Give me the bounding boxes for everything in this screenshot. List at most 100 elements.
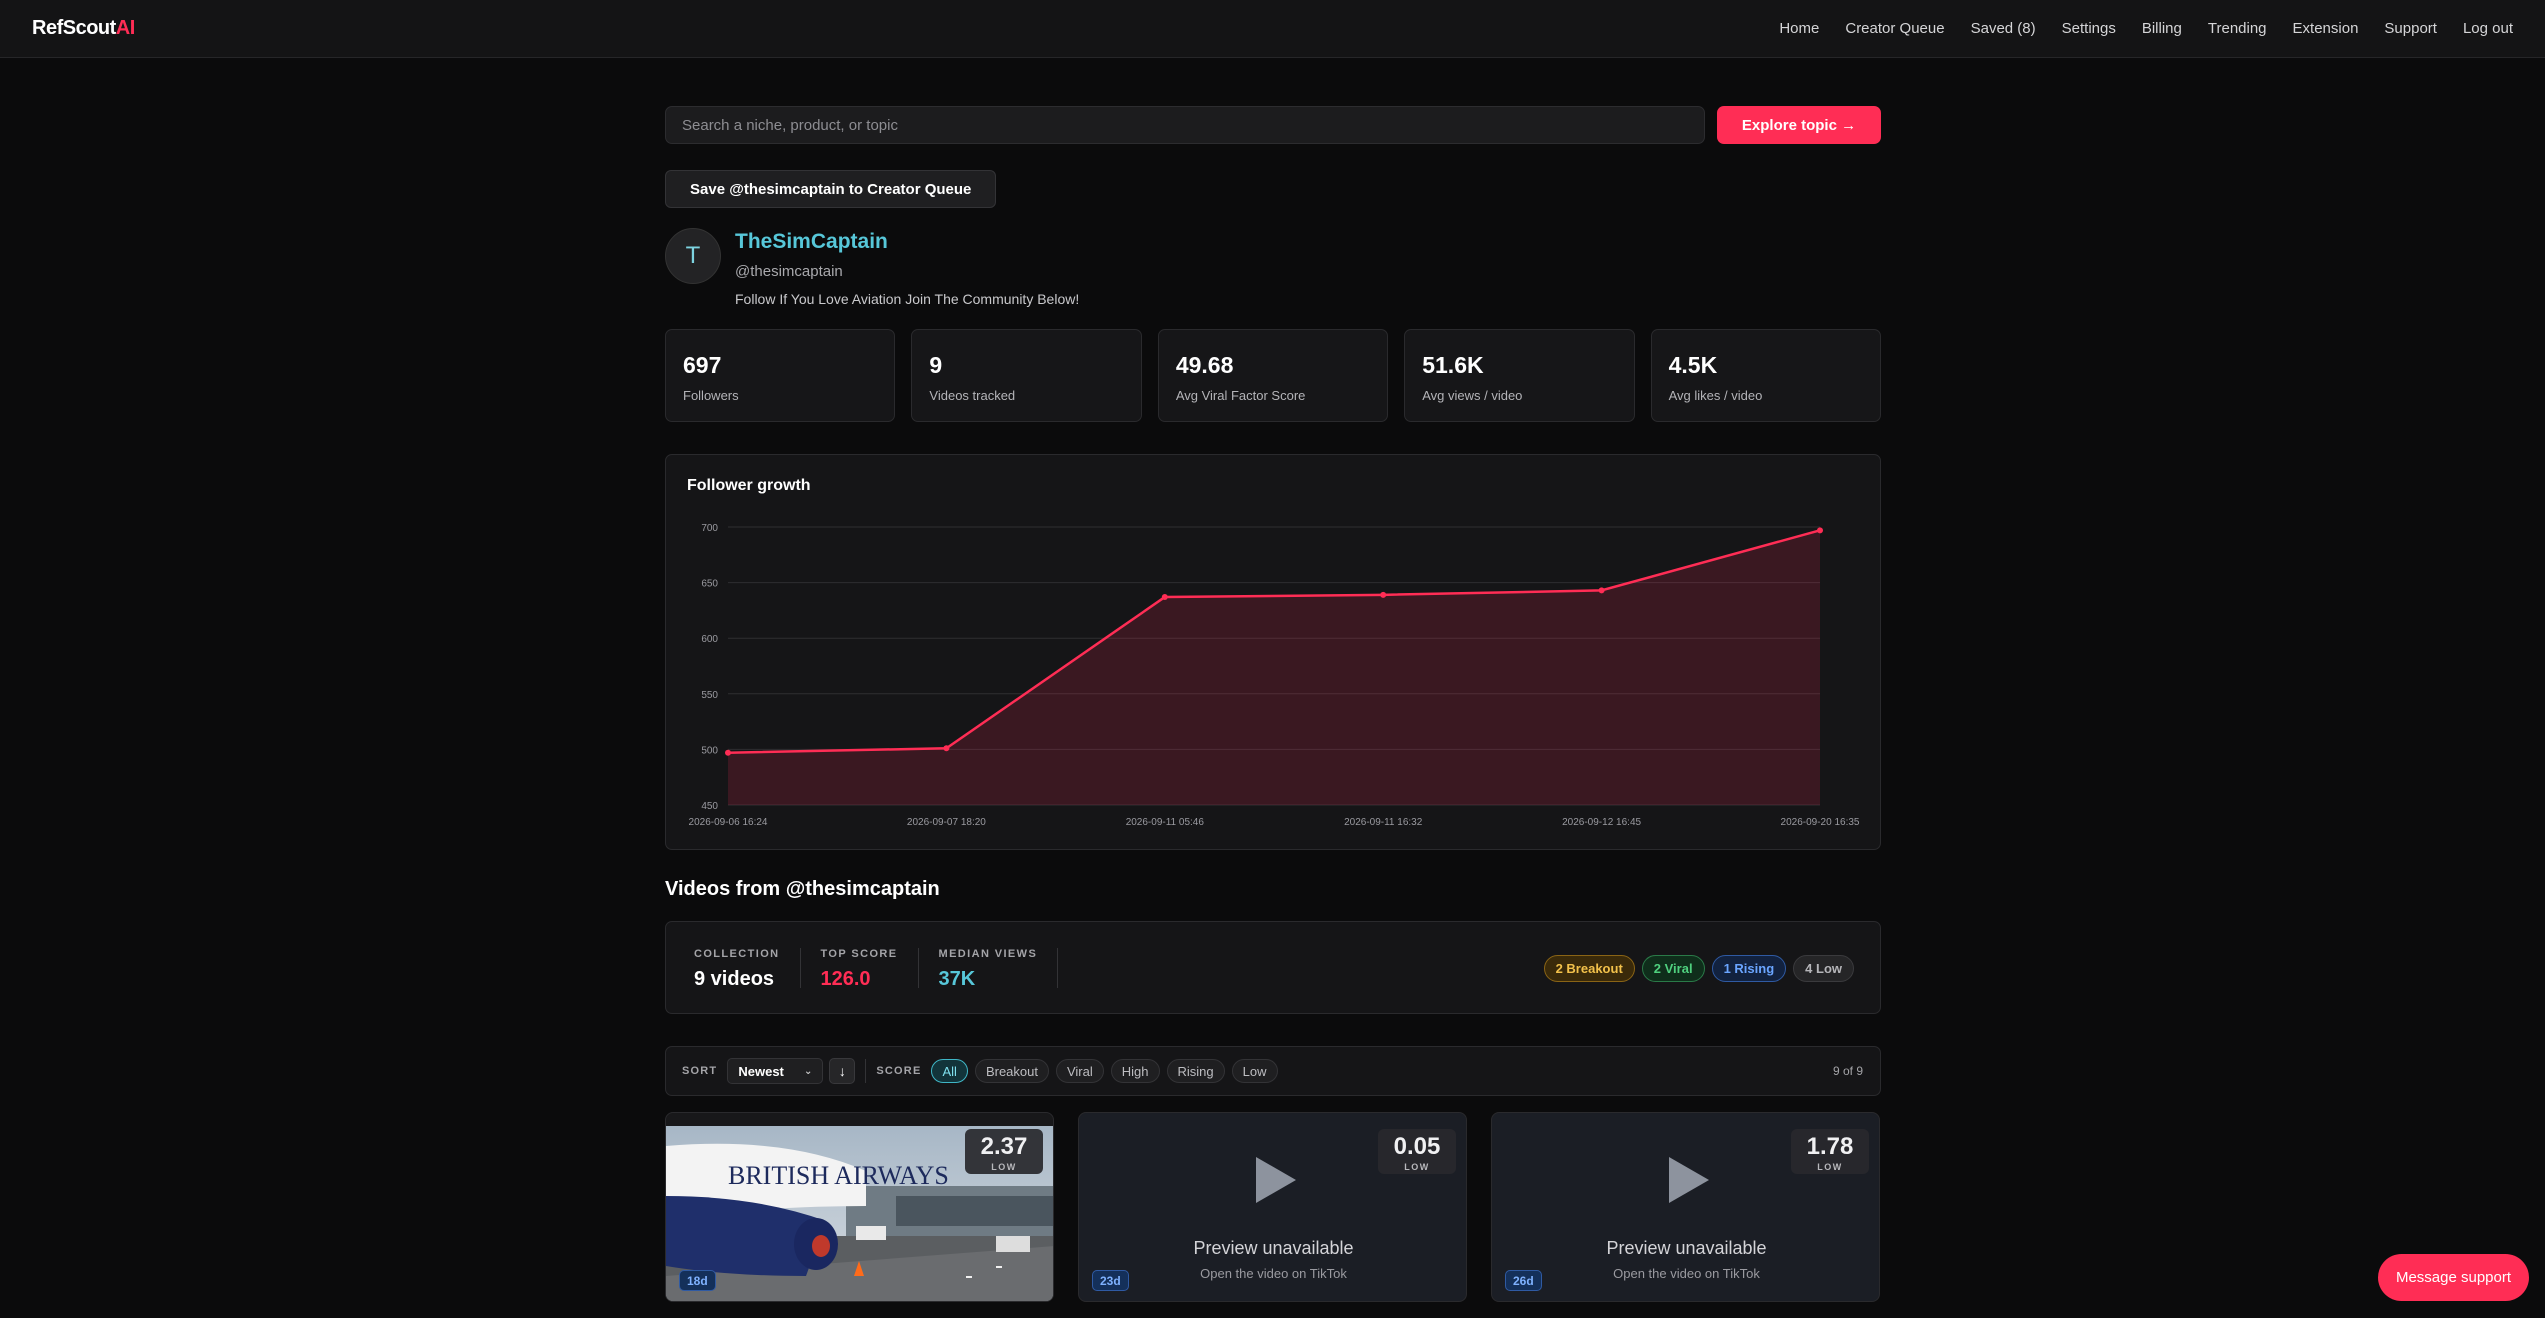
y-tick-label: 700 (701, 523, 718, 534)
stat-value: 697 (683, 352, 722, 378)
score-label: SCORE (876, 1065, 922, 1077)
video-card[interactable]: 0.05 LOW Preview unavailable Open the vi… (1078, 1112, 1467, 1302)
video-card[interactable]: BRITISH AIRWAYS 2.37 LOW 18d (665, 1112, 1054, 1302)
data-point (1380, 591, 1387, 598)
chip-viral[interactable]: Viral (1055, 1059, 1104, 1083)
preview-unavailable-text: Preview unavailable (1606, 1238, 1767, 1258)
badge-rising[interactable]: 1 Rising (1711, 955, 1787, 982)
chip-high[interactable]: High (1110, 1059, 1160, 1083)
metric-collection: COLLECTION 9 videos (694, 947, 801, 990)
stat-value: 9 (929, 352, 943, 378)
open-on-tiktok-hint: Open the video on TikTok (1200, 1266, 1347, 1281)
age-badge: 18d (679, 1270, 716, 1291)
stat-avg-likes: 4.5K Avg likes / video (1650, 329, 1882, 422)
creator-profile: T TheSimCaptain @thesimcaptain Follow If… (665, 228, 1881, 307)
stat-value: 4.5K (1668, 352, 1718, 378)
age-badge: 23d (1092, 1270, 1129, 1291)
collection-summary: COLLECTION 9 videos TOP SCORE 126.0 MEDI… (665, 921, 1881, 1014)
stat-value: 49.68 (1175, 352, 1234, 378)
chip-rising[interactable]: Rising (1166, 1059, 1225, 1083)
nav-extension[interactable]: Extension (2293, 20, 2359, 37)
main-content: Explore topic → Save @thesimcaptain to C… (665, 106, 1882, 1302)
score-value: 1.78 (1806, 1133, 1854, 1160)
logo[interactable]: RefScoutAI (32, 17, 135, 40)
sort-value: Newest (738, 1063, 784, 1079)
score-badge: 0.05 LOW (1378, 1129, 1456, 1174)
video-card[interactable]: 1.78 LOW Preview unavailable Open the vi… (1491, 1112, 1880, 1302)
x-tick-label: 2026-09-12 16:45 (1562, 817, 1641, 828)
chip-all[interactable]: All (931, 1059, 968, 1083)
nav-creator-queue[interactable]: Creator Queue (1845, 20, 1944, 37)
logo-accent: AI (115, 17, 136, 39)
nav-links: Home Creator Queue Saved (8) Settings Bi… (1753, 20, 2513, 37)
age-badge: 26d (1505, 1270, 1542, 1291)
chevron-down-icon: ⌄ (803, 1065, 813, 1077)
data-point (943, 745, 950, 752)
nav-support[interactable]: Support (2384, 20, 2437, 37)
score-tier: LOW (1817, 1162, 1843, 1172)
stat-value: 51.6K (1422, 352, 1484, 378)
stat-label: Videos tracked (929, 388, 1016, 403)
y-tick-label: 650 (701, 579, 718, 590)
search-row: Explore topic → (665, 106, 1881, 144)
preview-unavailable-text: Preview unavailable (1193, 1238, 1354, 1258)
metric-value: 9 videos (694, 967, 775, 990)
badge-viral[interactable]: 2 Viral (1641, 955, 1705, 982)
area-fill (728, 530, 1820, 805)
explore-topic-button[interactable]: Explore topic → (1717, 106, 1881, 144)
nav-settings[interactable]: Settings (2062, 20, 2116, 37)
metric-key: TOP SCORE (820, 947, 898, 960)
video-grid: BRITISH AIRWAYS 2.37 LOW 18d 0.05 LOW Pr… (665, 1112, 1881, 1302)
x-tick-label: 2026-09-11 05:46 (1126, 817, 1205, 828)
sort-select[interactable]: Newest ⌄ (727, 1058, 824, 1084)
chip-breakout[interactable]: Breakout (974, 1059, 1049, 1083)
nav-saved[interactable]: Saved (8) (1971, 20, 2036, 37)
y-tick-label: 550 (701, 690, 718, 701)
stat-label: Avg Viral Factor Score (1175, 388, 1306, 403)
nav-billing[interactable]: Billing (2142, 20, 2182, 37)
score-tier: LOW (1404, 1162, 1430, 1172)
divider (865, 1059, 867, 1083)
metric-key: COLLECTION (694, 947, 780, 960)
stat-followers: 697 Followers (665, 329, 896, 422)
save-to-queue-button[interactable]: Save @thesimcaptain to Creator Queue (665, 170, 997, 208)
y-tick-label: 450 (701, 801, 718, 812)
data-point (1817, 527, 1823, 534)
stat-label: Followers (683, 388, 739, 403)
score-value: 2.37 (980, 1133, 1028, 1160)
profile-info: TheSimCaptain @thesimcaptain Follow If Y… (735, 228, 1079, 307)
score-tier: LOW (991, 1162, 1017, 1172)
message-support-button[interactable]: Message support (2378, 1254, 2529, 1301)
play-icon[interactable] (1254, 1155, 1298, 1205)
filter-bar: SORT Newest ⌄ ↓ SCORE All Breakout Viral … (665, 1046, 1881, 1096)
avatar: T (665, 228, 721, 284)
search-input[interactable] (665, 106, 1705, 144)
nav-trending[interactable]: Trending (2208, 20, 2267, 37)
score-badge: 2.37 LOW (965, 1129, 1043, 1174)
videos-section-title: Videos from @thesimcaptain (665, 878, 940, 900)
chip-low[interactable]: Low (1231, 1059, 1278, 1083)
open-on-tiktok-hint: Open the video on TikTok (1613, 1266, 1760, 1281)
nav-home[interactable]: Home (1779, 20, 1819, 37)
follower-growth-chart: Follower growth 450 500 550 600 650 700 2026-0… (665, 454, 1881, 850)
stat-avg-viral-score: 49.68 Avg Viral Factor Score (1157, 329, 1389, 422)
play-icon[interactable] (1667, 1155, 1711, 1205)
creator-bio: Follow If You Love Aviation Join The Com… (735, 291, 1080, 307)
data-point (1598, 587, 1605, 594)
sort-label: SORT (682, 1065, 718, 1077)
y-tick-label: 500 (701, 745, 718, 756)
stats-row: 697 Followers 9 Videos tracked 49.68 Avg Vi… (665, 329, 1882, 422)
stat-label: Avg likes / video (1668, 388, 1763, 403)
sort-direction-button[interactable]: ↓ (829, 1058, 856, 1084)
logo-main: RefScout (32, 17, 116, 39)
metric-value: 37K (938, 967, 976, 990)
creator-name[interactable]: TheSimCaptain (735, 230, 1079, 254)
nav-logout[interactable]: Log out (2463, 20, 2513, 37)
x-tick-label: 2026-09-07 18:20 (907, 817, 986, 828)
chart-svg: 450 500 550 600 650 700 2026-09-06 16:24 2026-0… (689, 523, 1860, 828)
creator-handle: @thesimcaptain (735, 263, 843, 280)
badge-breakout[interactable]: 2 Breakout (1543, 955, 1635, 982)
stat-avg-views: 51.6K Avg views / video (1404, 329, 1635, 422)
stat-label: Avg views / video (1422, 388, 1523, 403)
badge-low[interactable]: 4 Low (1793, 955, 1854, 982)
